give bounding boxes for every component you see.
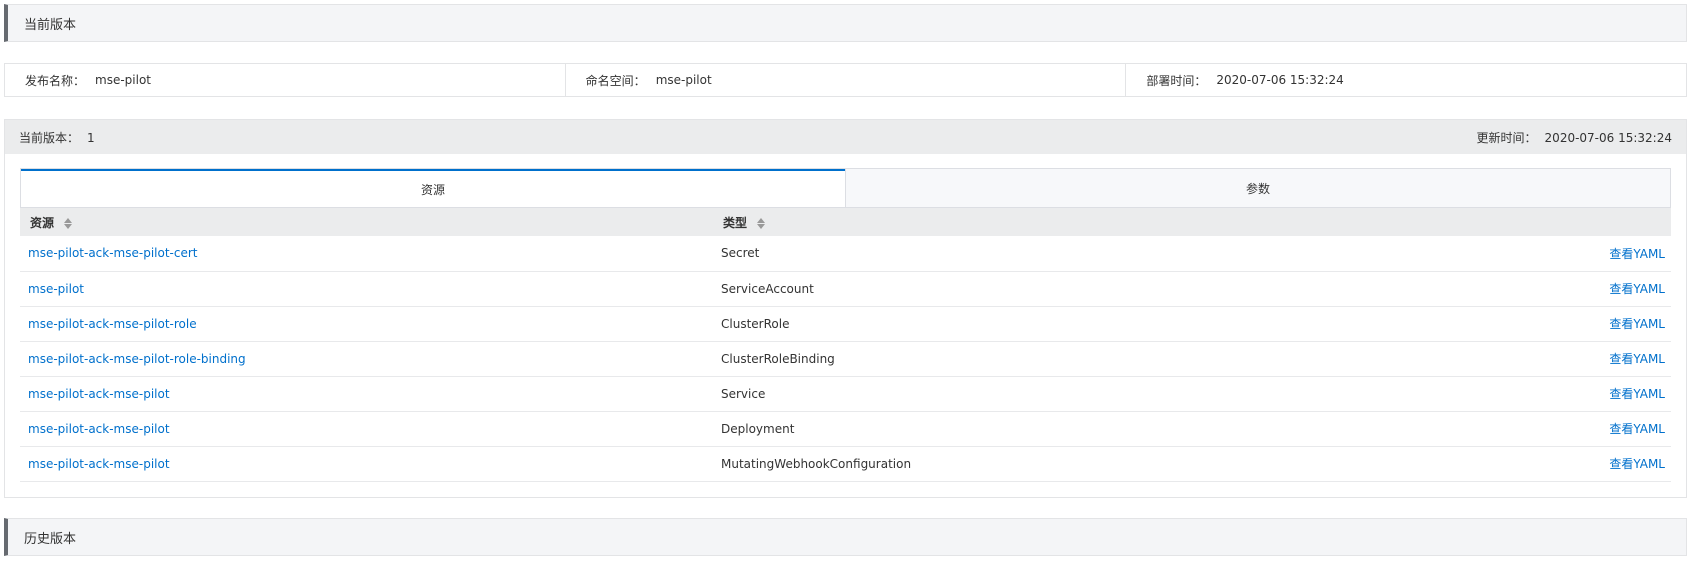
table-row: mse-pilot-ack-mse-pilot Deployment 查看YAM… — [20, 411, 1671, 447]
column-header-type-label: 类型 — [723, 215, 748, 230]
sort-icon[interactable] — [757, 217, 766, 229]
release-name-value: mse-pilot — [95, 73, 152, 87]
namespace-cell: 命名空间： mse-pilot — [566, 64, 1127, 96]
namespace-label: 命名空间： — [585, 73, 646, 88]
update-time-label: 更新时间： — [1476, 130, 1537, 145]
version-bar: 当前版本： 1 更新时间： 2020-07-06 15:32:24 — [5, 120, 1686, 154]
version-label: 当前版本： — [19, 130, 80, 145]
version-tabs: 资源 参数 — [20, 168, 1671, 208]
resource-type: ClusterRoleBinding — [713, 341, 1413, 377]
resource-link[interactable]: mse-pilot-ack-mse-pilot — [28, 457, 170, 471]
history-version-header[interactable]: 历史版本 — [4, 518, 1687, 556]
column-header-resource-label: 资源 — [30, 215, 55, 230]
table-row: mse-pilot ServiceAccount 查看YAML — [20, 271, 1671, 307]
release-info-row: 发布名称： mse-pilot 命名空间： mse-pilot 部署时间： 20… — [4, 63, 1687, 97]
deploy-time-label: 部署时间： — [1146, 73, 1207, 88]
view-yaml-link[interactable]: 查看YAML — [1609, 422, 1665, 436]
sort-icon[interactable] — [64, 217, 73, 229]
resource-link[interactable]: mse-pilot-ack-mse-pilot — [28, 422, 170, 436]
update-time-value: 2020-07-06 15:32:24 — [1544, 130, 1672, 145]
resource-type: Deployment — [713, 411, 1413, 447]
current-version-panel: 当前版本： 1 更新时间： 2020-07-06 15:32:24 资源 参数 资源… — [4, 119, 1687, 498]
current-version-header: 当前版本 — [4, 4, 1687, 42]
view-yaml-link[interactable]: 查看YAML — [1609, 282, 1665, 296]
view-yaml-link[interactable]: 查看YAML — [1609, 352, 1665, 366]
resource-type: ServiceAccount — [713, 271, 1413, 307]
table-row: mse-pilot-ack-mse-pilot MutatingWebhookC… — [20, 446, 1671, 482]
column-header-action — [1413, 208, 1671, 236]
table-header-row: 资源 类型 — [20, 208, 1671, 236]
resource-link[interactable]: mse-pilot-ack-mse-pilot-cert — [28, 246, 197, 260]
current-version-title: 当前版本 — [24, 17, 77, 33]
resource-type: ClusterRole — [713, 306, 1413, 342]
release-name-cell: 发布名称： mse-pilot — [5, 64, 566, 96]
namespace-value: mse-pilot — [655, 73, 712, 87]
view-yaml-link[interactable]: 查看YAML — [1609, 387, 1665, 401]
view-yaml-link[interactable]: 查看YAML — [1609, 247, 1665, 261]
tab-resources[interactable]: 资源 — [21, 169, 845, 207]
resource-link[interactable]: mse-pilot — [28, 282, 84, 296]
resource-link[interactable]: mse-pilot-ack-mse-pilot — [28, 387, 170, 401]
view-yaml-link[interactable]: 查看YAML — [1609, 457, 1665, 471]
resource-link[interactable]: mse-pilot-ack-mse-pilot-role — [28, 317, 197, 331]
tab-parameters[interactable]: 参数 — [845, 169, 1670, 207]
table-row: mse-pilot-ack-mse-pilot-role-binding Clu… — [20, 341, 1671, 377]
column-header-type[interactable]: 类型 — [713, 208, 1413, 236]
resource-type: Secret — [713, 236, 1413, 272]
resource-link[interactable]: mse-pilot-ack-mse-pilot-role-binding — [28, 352, 246, 366]
version-value: 1 — [87, 130, 95, 145]
history-version-title: 历史版本 — [24, 531, 77, 547]
deploy-time-cell: 部署时间： 2020-07-06 15:32:24 — [1126, 64, 1686, 96]
resources-table: 资源 类型 mse-pilot-ack-mse-pilot-cert Secre… — [20, 208, 1671, 482]
table-row: mse-pilot-ack-mse-pilot-cert Secret 查看YA… — [20, 236, 1671, 272]
view-yaml-link[interactable]: 查看YAML — [1609, 317, 1665, 331]
release-name-label: 发布名称： — [25, 73, 86, 88]
resource-type: Service — [713, 376, 1413, 412]
resource-type: MutatingWebhookConfiguration — [713, 446, 1413, 482]
table-row: mse-pilot-ack-mse-pilot-role ClusterRole… — [20, 306, 1671, 342]
column-header-resource[interactable]: 资源 — [20, 208, 713, 236]
deploy-time-value: 2020-07-06 15:32:24 — [1216, 73, 1344, 87]
table-row: mse-pilot-ack-mse-pilot Service 查看YAML — [20, 376, 1671, 412]
